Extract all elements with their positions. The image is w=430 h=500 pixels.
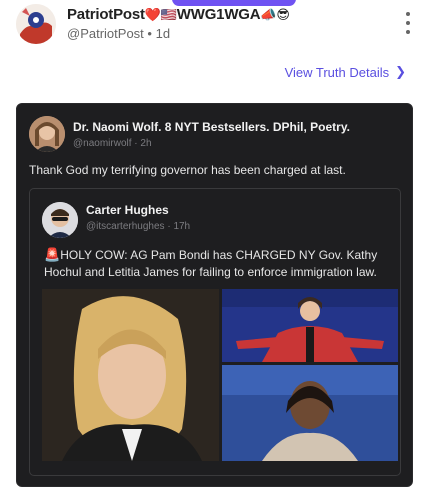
governor-speaking-image: [222, 289, 398, 362]
quote-text: Thank God my terrifying governor has bee…: [29, 163, 346, 177]
more-options-button[interactable]: [402, 12, 414, 34]
nested-author[interactable]: Carter Hughes: [86, 203, 169, 217]
nested-handle-row: @itscarterhughes · 17h: [86, 221, 191, 232]
avatar[interactable]: [42, 202, 78, 238]
siren-icon: 🚨: [44, 248, 61, 263]
avatar[interactable]: [29, 116, 65, 152]
more-vertical-icon: [406, 12, 410, 16]
post-age: 1d: [155, 26, 171, 41]
handle[interactable]: @PatriotPost: [67, 26, 144, 41]
quote-age: 2h: [140, 138, 152, 149]
chevron-right-icon: ❯: [395, 64, 406, 79]
naomi-wolf-avatar-icon: [29, 116, 65, 152]
nested-text: 🚨HOLY COW: AG Pam Bondi has CHARGED NY G…: [44, 248, 378, 279]
media-image-bottom-right[interactable]: [222, 365, 398, 461]
nested-age: 17h: [173, 221, 191, 232]
quote-author[interactable]: Dr. Naomi Wolf. 8 NYT Bestsellers. DPhil…: [73, 120, 350, 134]
quoted-post-card[interactable]: Dr. Naomi Wolf. 8 NYT Bestsellers. DPhil…: [16, 103, 413, 487]
media-image-top-right[interactable]: [222, 289, 398, 362]
carter-hughes-avatar-icon: [42, 202, 78, 238]
separator: •: [147, 26, 152, 41]
portrait-blonde-woman-image: [42, 289, 219, 461]
nested-post-card[interactable]: Carter Hughes @itscarterhughes · 17h 🚨HO…: [29, 188, 401, 476]
post-header: PatriotPost❤️🇺🇸WWG1WGA📣😎 @PatriotPost • …: [16, 4, 414, 44]
media-grid: [42, 289, 398, 461]
nested-handle[interactable]: @itscarterhughes: [86, 221, 165, 232]
media-image-left[interactable]: [42, 289, 219, 461]
quote-handle-row: @naomirwolf · 2h: [73, 138, 152, 149]
avatar[interactable]: [16, 4, 56, 44]
patriotpost-avatar-icon: [16, 4, 56, 44]
view-truth-details-link[interactable]: View Truth Details ❯: [285, 64, 406, 80]
quote-handle[interactable]: @naomirwolf: [73, 138, 132, 149]
display-name[interactable]: PatriotPost❤️🇺🇸WWG1WGA📣😎: [67, 6, 290, 23]
view-details-label: View Truth Details: [284, 64, 390, 80]
handle-row: @PatriotPost • 1d: [67, 26, 170, 41]
name-emojis-before: ❤️🇺🇸: [144, 8, 177, 23]
attorney-general-portrait-image: [222, 365, 398, 461]
name-emojis-after: 📣😎: [260, 8, 290, 23]
